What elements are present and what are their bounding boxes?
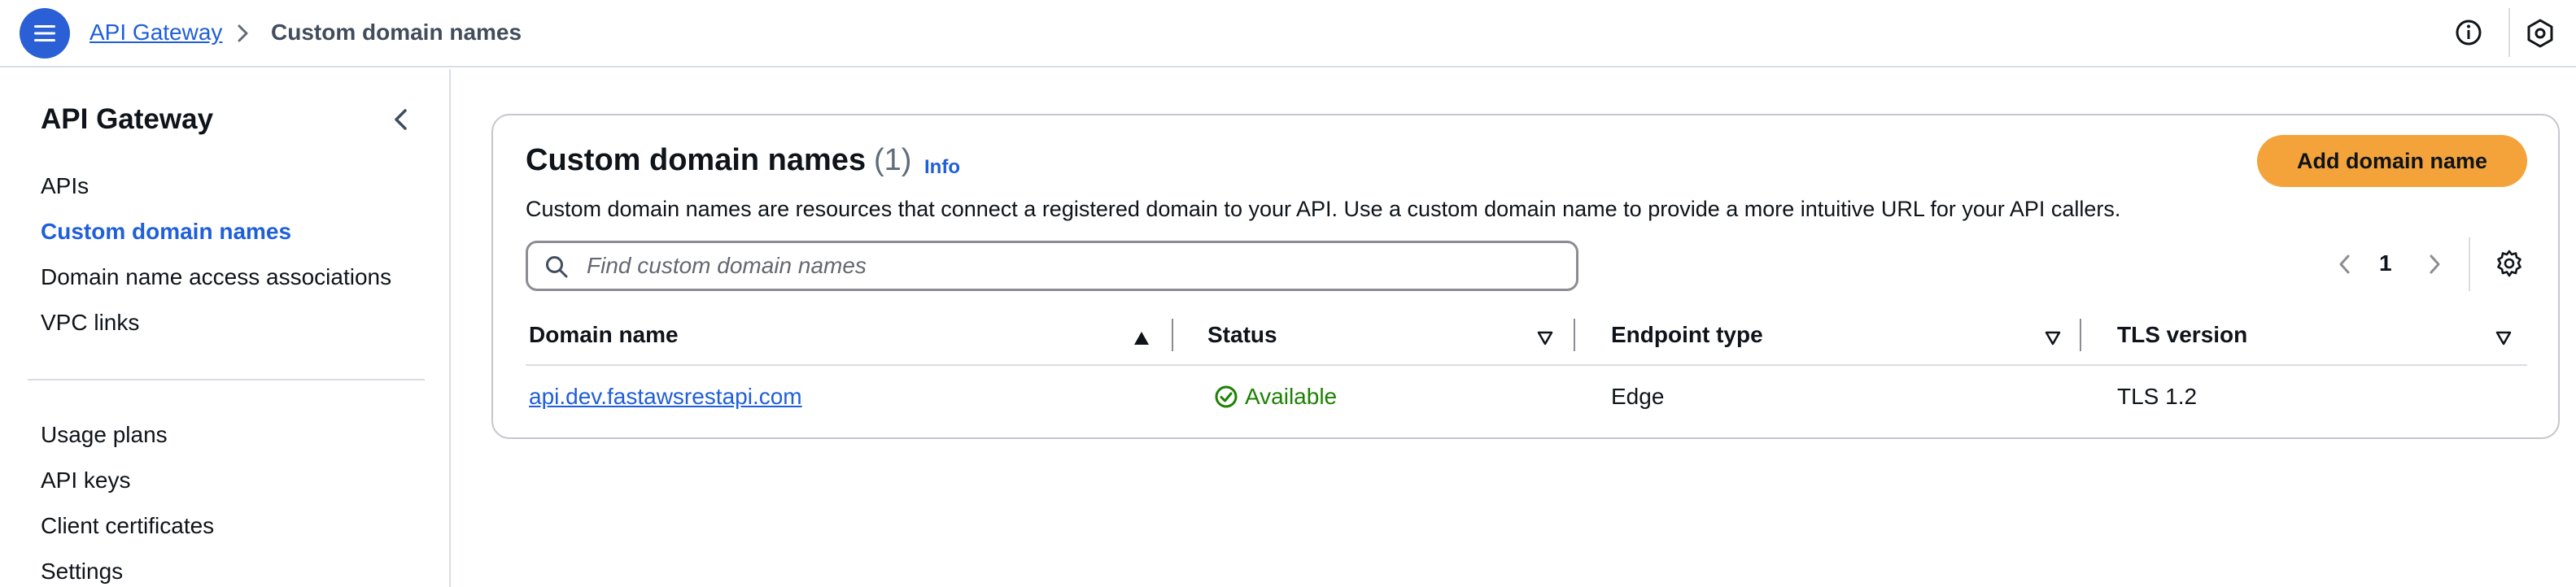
sidebar-item-settings[interactable]: Settings <box>41 559 123 585</box>
menu-icon <box>34 25 55 41</box>
add-domain-name-button[interactable]: Add domain name <box>2257 135 2527 187</box>
sort-descending-icon[interactable] <box>2044 330 2062 346</box>
chevron-right-icon <box>238 24 248 42</box>
column-separator[interactable] <box>1172 319 1173 351</box>
sidebar-item-vpc-links[interactable]: VPC links <box>41 310 139 336</box>
chevron-left-icon[interactable] <box>2335 252 2355 276</box>
column-separator[interactable] <box>1574 319 1575 351</box>
column-header-endpoint-type[interactable]: Endpoint type <box>1611 322 1763 348</box>
top-navigation-bar: API Gateway Custom domain names <box>0 0 2576 67</box>
sidebar-item-apis[interactable]: APIs <box>41 173 89 199</box>
pagination-divider <box>2469 237 2470 291</box>
column-header-status[interactable]: Status <box>1207 322 1277 348</box>
check-circle-icon <box>1215 385 1238 408</box>
sidebar-title: API Gateway <box>41 103 214 135</box>
hexagon-icon[interactable] <box>2526 18 2555 49</box>
sidebar-item-client-certificates[interactable]: Client certificates <box>41 513 214 539</box>
sidebar-item-usage-plans[interactable]: Usage plans <box>41 422 168 448</box>
breadcrumb-current: Custom domain names <box>271 20 522 45</box>
breadcrumb-api-gateway[interactable]: API Gateway <box>90 20 222 46</box>
status-text: Available <box>1245 384 1338 409</box>
column-header-domain-name[interactable]: Domain name <box>529 322 679 348</box>
custom-domain-names-table-container: Custom domain names (1) Info Custom doma… <box>491 114 2560 439</box>
menu-button[interactable] <box>20 8 70 59</box>
status-badge: Available <box>1214 384 1337 410</box>
sidebar-item-custom-domain-names[interactable]: Custom domain names <box>41 219 291 245</box>
sidebar-item-domain-name-access-associations[interactable]: Domain name access associations <box>41 264 391 290</box>
info-icon[interactable] <box>2454 18 2483 47</box>
sort-descending-icon[interactable] <box>2495 330 2513 346</box>
sidebar: API Gateway APIs Custom domain names Dom… <box>0 69 451 587</box>
gear-icon[interactable] <box>2495 249 2524 278</box>
item-count: (1) <box>874 143 912 177</box>
endpoint-type-cell: Edge <box>1611 384 1665 409</box>
sidebar-divider <box>28 379 425 380</box>
search-box <box>526 241 1578 291</box>
column-separator[interactable] <box>2080 319 2081 351</box>
sort-descending-icon[interactable] <box>1536 330 1554 346</box>
page-title: Custom domain names <box>526 143 867 177</box>
sort-ascending-icon[interactable] <box>1133 330 1150 346</box>
chevron-right-icon[interactable] <box>2425 252 2444 276</box>
search-icon <box>546 256 568 278</box>
page-description: Custom domain names are resources that c… <box>526 197 2121 221</box>
chevron-left-icon[interactable] <box>389 105 413 134</box>
table-header-divider <box>526 364 2527 366</box>
tls-version-cell: TLS 1.2 <box>2117 384 2198 409</box>
pagination-page-1[interactable]: 1 <box>2379 250 2392 276</box>
search-input[interactable] <box>587 243 1563 289</box>
column-header-tls-version[interactable]: TLS version <box>2117 322 2247 348</box>
info-link[interactable]: Info <box>924 156 960 179</box>
sidebar-item-api-keys[interactable]: API keys <box>41 467 130 494</box>
domain-name-link[interactable]: api.dev.fastawsrestapi.com <box>529 384 802 410</box>
toolbar-divider <box>2508 8 2510 57</box>
